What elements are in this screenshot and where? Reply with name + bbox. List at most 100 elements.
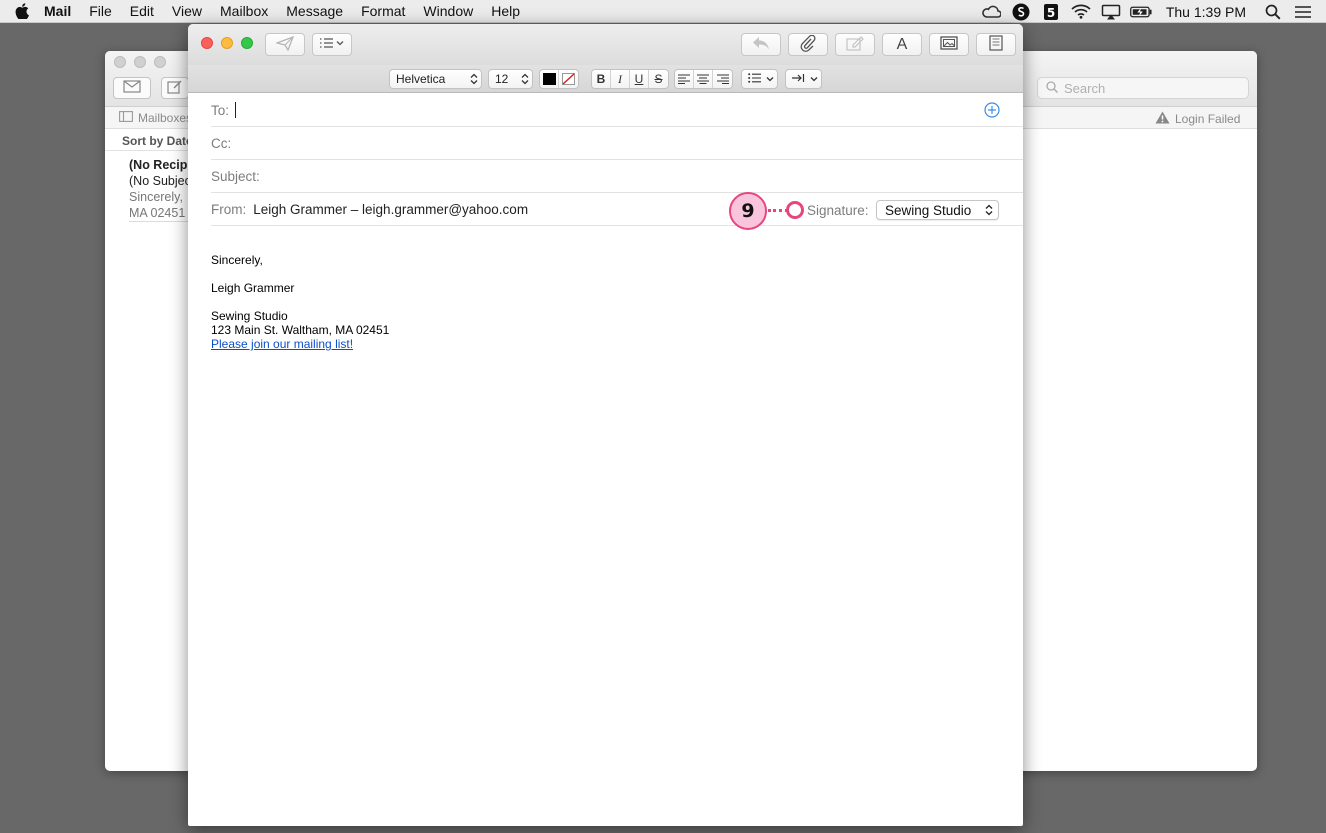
menu-help[interactable]: Help xyxy=(482,3,529,19)
signature-area: Signature: xyxy=(807,200,869,220)
message-list-item[interactable]: (No Recipients) (No Subject) Sincerely, … xyxy=(129,157,195,221)
login-failed-status[interactable]: Login Failed xyxy=(1155,111,1240,127)
wifi-icon[interactable] xyxy=(1070,3,1092,21)
body-line-closing: Sincerely, xyxy=(211,253,263,267)
reply-icon xyxy=(752,36,770,53)
compose-icon xyxy=(167,79,183,98)
bullet-list-icon xyxy=(742,72,763,86)
from-label: From: xyxy=(211,201,247,217)
font-family-select[interactable]: Helvetica xyxy=(389,69,482,89)
sort-by-date-button[interactable]: Sort by Date xyxy=(105,129,195,151)
photo-browser-button[interactable] xyxy=(929,33,969,56)
message-body[interactable]: Sincerely, Leigh Grammer Sewing Studio 1… xyxy=(211,253,991,351)
new-message-button[interactable] xyxy=(161,77,189,99)
align-left-button[interactable] xyxy=(675,70,694,88)
minimize-button[interactable] xyxy=(221,37,233,49)
step-callout-badge: 9 xyxy=(729,192,767,230)
mailing-list-link[interactable]: Please join our mailing list! xyxy=(211,337,353,351)
message-divider xyxy=(129,221,195,222)
send-button[interactable] xyxy=(265,33,305,56)
bold-button[interactable]: B xyxy=(592,70,611,88)
align-right-button[interactable] xyxy=(713,70,732,88)
menu-mail[interactable]: Mail xyxy=(44,3,80,19)
signature-label: Signature: xyxy=(807,202,869,218)
callout-dotted-line xyxy=(768,209,788,212)
font-size-select[interactable]: 12 xyxy=(488,69,533,89)
indent-button[interactable] xyxy=(785,69,822,89)
align-center-button[interactable] xyxy=(694,70,713,88)
menubar-clock[interactable]: Thu 1:39 PM xyxy=(1166,4,1246,20)
to-field[interactable]: To: xyxy=(211,94,1023,127)
alignment-controls xyxy=(674,69,733,89)
menu-file[interactable]: File xyxy=(80,3,121,19)
minimize-button-inactive[interactable] xyxy=(134,56,146,68)
italic-button[interactable]: I xyxy=(611,70,630,88)
menu-format[interactable]: Format xyxy=(352,3,414,19)
updown-chevron-icon xyxy=(467,73,481,85)
signature-value: Sewing Studio xyxy=(885,202,972,218)
markup-button[interactable] xyxy=(835,33,875,56)
updown-chevron-icon xyxy=(518,73,532,85)
header-fields-button[interactable] xyxy=(312,33,352,56)
mailboxes-button[interactable]: Mailboxes xyxy=(119,111,192,125)
to-label: To: xyxy=(211,102,230,118)
mailboxes-label: Mailboxes xyxy=(138,111,193,125)
menu-view[interactable]: View xyxy=(163,3,211,19)
sidebar-icon xyxy=(119,111,133,125)
font-family-value: Helvetica xyxy=(396,72,446,86)
list-style-button[interactable] xyxy=(741,69,778,89)
cc-field[interactable]: Cc: xyxy=(211,127,1023,160)
paperclip-icon xyxy=(800,34,816,55)
body-line-name: Leigh Grammer xyxy=(211,281,295,295)
body-line-business: Sewing Studio xyxy=(211,309,288,323)
battery-icon[interactable] xyxy=(1129,3,1152,21)
list-chevron-icon xyxy=(319,37,345,52)
zoom-button-inactive[interactable] xyxy=(154,56,166,68)
chevron-down-icon xyxy=(807,76,821,82)
close-button-inactive[interactable] xyxy=(114,56,126,68)
envelope-icon xyxy=(123,80,141,96)
from-select[interactable]: Leigh Grammer – leigh.grammer@yahoo.com xyxy=(253,202,528,217)
apple-icon[interactable] xyxy=(0,3,44,19)
stationery-button[interactable] xyxy=(976,33,1016,56)
s5-icon[interactable]: 5 xyxy=(1040,3,1062,21)
text-color-button[interactable] xyxy=(540,70,559,88)
signature-select[interactable]: Sewing Studio xyxy=(876,200,999,220)
compose-window: A Helvetica 12 B I U S To: Cc: Subject: … xyxy=(188,24,1023,826)
zoom-button[interactable] xyxy=(241,37,253,49)
paper-plane-icon xyxy=(274,35,295,54)
attach-button[interactable] xyxy=(788,33,828,56)
subject-field[interactable]: Subject: xyxy=(211,160,1023,193)
airplay-icon[interactable] xyxy=(1100,3,1122,21)
add-contact-icon[interactable] xyxy=(984,102,1000,118)
menu-window[interactable]: Window xyxy=(414,3,482,19)
sync-icon[interactable] xyxy=(1010,3,1032,21)
window-controls-inactive xyxy=(114,56,166,68)
menu-mailbox[interactable]: Mailbox xyxy=(211,3,277,19)
stationery-icon xyxy=(989,35,1003,54)
menu-edit[interactable]: Edit xyxy=(121,3,163,19)
reply-button[interactable] xyxy=(741,33,781,56)
strikethrough-button[interactable]: S xyxy=(649,70,668,88)
font-size-value: 12 xyxy=(495,72,509,86)
body-line-address: 123 Main St. Waltham, MA 02451 xyxy=(211,323,390,337)
chevron-down-icon xyxy=(763,76,777,82)
message-subject: (No Subject) xyxy=(129,174,195,188)
warning-icon xyxy=(1155,111,1170,127)
mailbox-search-input[interactable]: Search xyxy=(1037,77,1249,99)
list-icon[interactable] xyxy=(1292,3,1314,21)
message-recipient: (No Recipients) xyxy=(129,158,195,172)
get-mail-button[interactable] xyxy=(113,77,151,99)
fonts-button[interactable]: A xyxy=(882,33,922,56)
compose-toolbar: A xyxy=(188,24,1023,65)
style-controls: B I U S xyxy=(591,69,669,89)
menu-message[interactable]: Message xyxy=(277,3,352,19)
format-bar: Helvetica 12 B I U S xyxy=(188,65,1023,93)
search-icon[interactable] xyxy=(1262,3,1284,21)
underline-button[interactable]: U xyxy=(630,70,649,88)
color-controls xyxy=(539,69,579,89)
creative-cloud-icon[interactable] xyxy=(980,3,1002,21)
cc-label: Cc: xyxy=(211,135,232,151)
background-color-button[interactable] xyxy=(559,70,578,88)
close-button[interactable] xyxy=(201,37,213,49)
